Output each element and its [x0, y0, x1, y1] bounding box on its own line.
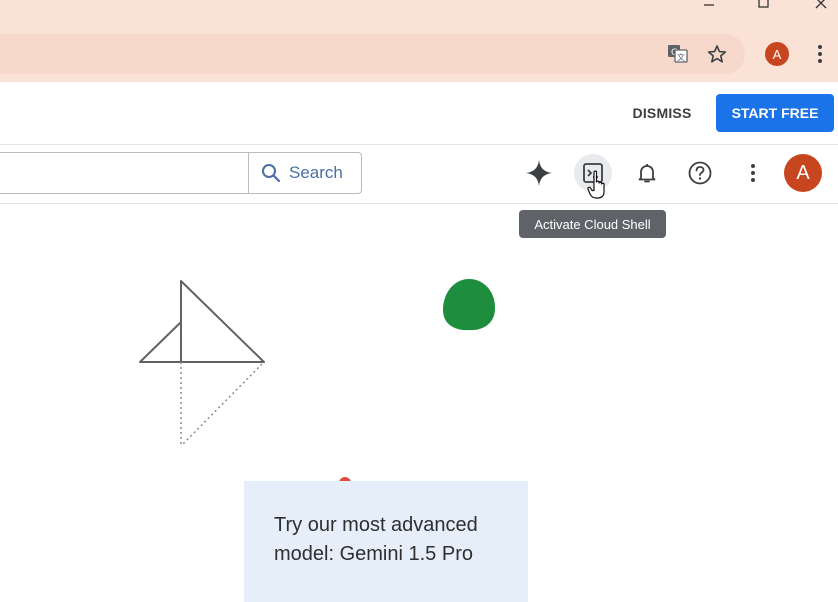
cloud-shell-tooltip: Activate Cloud Shell — [519, 210, 666, 238]
promo-text: Try our most advanced model: Gemini 1.5 … — [274, 514, 478, 565]
star-icon — [707, 45, 727, 63]
notifications-button[interactable] — [628, 154, 666, 192]
console-header: Search A — [0, 145, 838, 204]
close-window-button[interactable] — [806, 0, 836, 14]
gemini-promo-card[interactable]: Try our most advanced model: Gemini 1.5 … — [244, 481, 528, 602]
translate-button[interactable]: G 文 — [665, 42, 691, 66]
address-bar[interactable] — [0, 34, 745, 74]
search-button[interactable]: Search — [248, 153, 362, 193]
browser-toolbar: G 文 A — [0, 26, 838, 82]
sparkle-icon — [526, 160, 552, 186]
window-title-bar — [0, 0, 838, 26]
maximize-button[interactable] — [748, 0, 778, 14]
start-free-button[interactable]: START FREE — [716, 94, 834, 132]
account-avatar[interactable]: A — [784, 154, 822, 192]
free-trial-banner: DISMISS START FREE — [0, 82, 838, 145]
triangle-illustration — [139, 280, 265, 447]
search-button-label: Search — [289, 163, 343, 182]
minimize-button[interactable] — [694, 0, 724, 14]
browser-profile-avatar[interactable]: A — [765, 42, 789, 66]
dismiss-button[interactable]: DISMISS — [620, 100, 704, 126]
hand-cursor-icon — [587, 170, 605, 199]
vertical-dots-icon — [751, 164, 755, 182]
close-icon — [815, 0, 827, 9]
vertical-dots-icon — [818, 45, 822, 63]
help-icon — [688, 161, 712, 185]
search-icon — [262, 164, 281, 183]
search-bar: Search — [0, 152, 362, 194]
search-input[interactable] — [0, 153, 247, 193]
bookmark-button[interactable] — [704, 42, 730, 66]
minimize-icon — [704, 4, 714, 6]
more-options-button[interactable] — [734, 154, 772, 192]
green-blob-shape — [443, 279, 496, 331]
translate-icon: G 文 — [668, 45, 688, 63]
gemini-button[interactable] — [520, 154, 558, 192]
maximize-icon — [758, 0, 769, 8]
browser-menu-button[interactable] — [810, 42, 830, 66]
bell-icon — [638, 164, 656, 183]
svg-text:文: 文 — [677, 52, 685, 62]
help-button[interactable] — [681, 154, 719, 192]
